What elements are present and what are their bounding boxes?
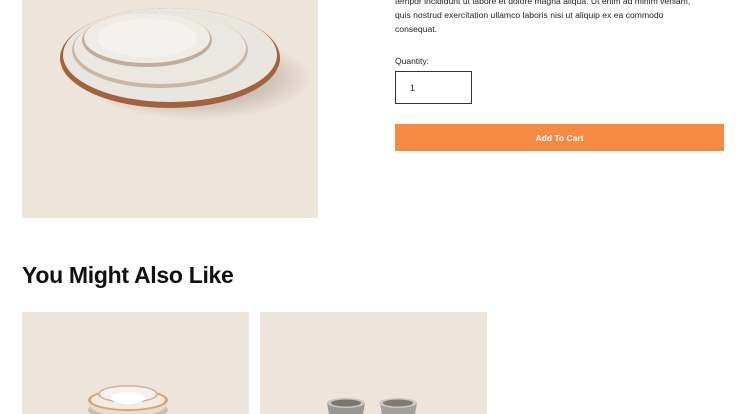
quantity-input[interactable] (395, 71, 472, 104)
add-to-cart-button[interactable]: Add To Cart (395, 124, 724, 151)
ceramic-cups-icon (327, 398, 417, 414)
related-section-title: You Might Also Like (22, 262, 234, 288)
plates-stack-icon (60, 8, 312, 120)
related-product-card[interactable] (22, 312, 249, 414)
quantity-label: Quantity: (395, 56, 430, 66)
nested-bowls-icon (88, 385, 168, 414)
related-product-card[interactable] (260, 312, 487, 414)
product-description: tempor incididunt ut labore et dolore ma… (395, 0, 691, 34)
product-image (22, 0, 318, 218)
